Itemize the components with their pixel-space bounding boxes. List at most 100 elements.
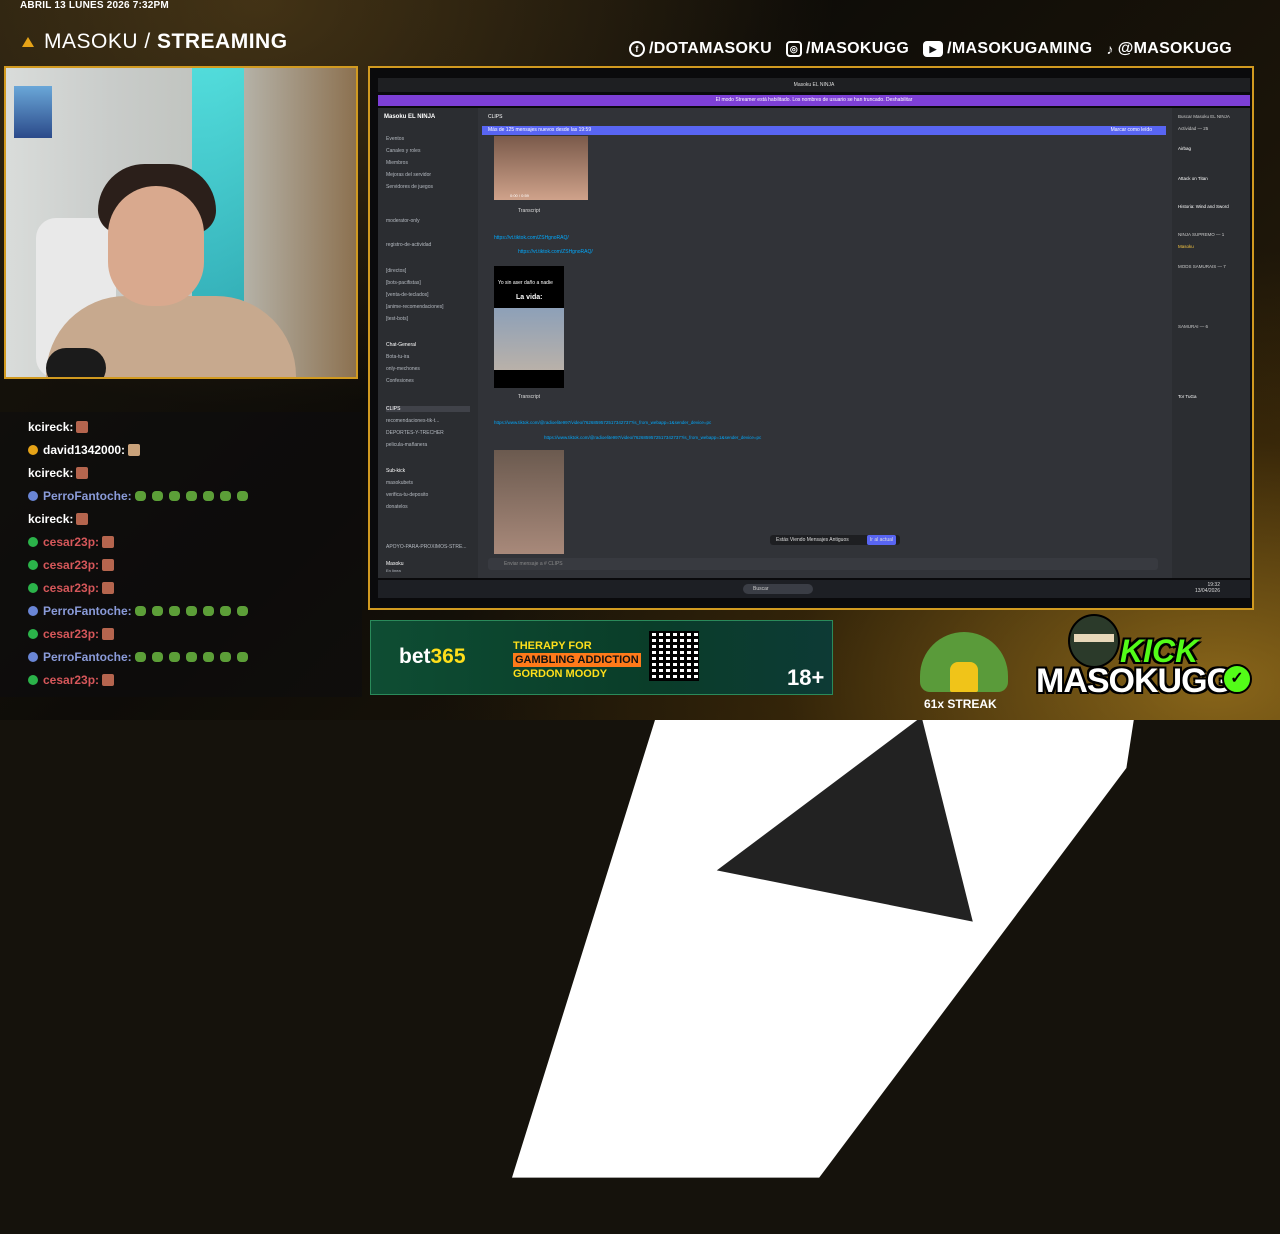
member-list: Buscar Masoku EL NINJA Actividad — 25 Ai… <box>1172 108 1250 578</box>
channel-item[interactable]: Bota-tu-ira <box>386 354 409 360</box>
microphone <box>46 348 106 377</box>
channel-item[interactable]: [directos] <box>386 268 406 274</box>
emote-icon <box>102 559 115 571</box>
social-youtube: ▶/MASOKUGAMING <box>923 40 1092 58</box>
chat-message: kcireck: <box>28 420 89 434</box>
user-badge-icon <box>28 606 38 616</box>
member-search[interactable]: Buscar Masoku EL NINJA <box>1178 114 1230 119</box>
message-input[interactable]: Enviar mensaje a # CLIPS <box>488 558 1158 570</box>
channel-item[interactable]: Eventos <box>386 136 404 142</box>
user-badge-icon <box>28 491 38 501</box>
user-badge-icon <box>28 445 38 455</box>
member-item[interactable]: Masoku <box>1178 244 1194 249</box>
social-links: f/DOTAMASOKU ◎/MASOKUGG ▶/MASOKUGAMING ♪… <box>628 40 1232 58</box>
facebook-icon: f <box>628 41 645 57</box>
channel-item[interactable]: donatelos <box>386 504 408 510</box>
frog-emote-icon <box>168 491 180 501</box>
screen-share: Masoku EL NINJA El modo Streamer está ha… <box>368 66 1254 610</box>
user-badge-icon <box>28 583 38 593</box>
therapy-text: THERAPY FOR GAMBLING ADDICTION GORDON MO… <box>513 640 641 680</box>
channel-item[interactable]: registro-de-actividad <box>386 242 431 248</box>
taskbar-search[interactable]: Buscar <box>743 584 813 594</box>
channel-item[interactable]: Confesiones <box>386 378 414 384</box>
server-name[interactable]: Masoku EL NINJA <box>384 114 435 120</box>
frog-emote-icon <box>219 652 231 662</box>
verified-check-icon: ✓ <box>1222 664 1252 694</box>
channel-item[interactable]: masokubets <box>386 480 413 486</box>
channel-item[interactable]: [anime-recomendaciones] <box>386 304 444 310</box>
channel-item[interactable]: Servidores de juegos <box>386 184 433 190</box>
channel-item-active[interactable]: CLIPS <box>386 406 470 412</box>
frog-emote-icon <box>151 491 163 501</box>
user-badge-icon <box>28 560 38 570</box>
frog-emote-icon <box>185 652 197 662</box>
frog-emote-icon <box>151 606 163 616</box>
channel-item[interactable]: [venta-de-teclados] <box>386 292 429 298</box>
frog-emote-icon <box>151 652 163 662</box>
social-facebook: f/DOTAMASOKU <box>628 40 772 58</box>
tiktok-icon: ♪ <box>1106 41 1114 57</box>
emote-icon <box>76 513 89 525</box>
channel-item[interactable]: Miembros <box>386 160 408 166</box>
chat-message: cesar23p: <box>28 581 115 595</box>
member-item[interactable]: Airbag <box>1178 146 1191 151</box>
frog-emote-icon <box>168 606 180 616</box>
channel-item[interactable]: DEPORTES-Y-TRECHER <box>386 430 444 436</box>
channel-item[interactable]: Mejoras del servidor <box>386 172 431 178</box>
activity-header: Actividad — 25 <box>1178 126 1209 131</box>
datetime-readout: ABRIL 13 LUNES 2026 7:32PM <box>20 0 169 11</box>
member-item[interactable]: Tor TuGa <box>1178 394 1197 399</box>
video-embed[interactable]: 0:00 / 0:59 <box>494 136 588 200</box>
channel-item[interactable]: Canales y roles <box>386 148 420 154</box>
channel-item[interactable]: only-mechones <box>386 366 420 372</box>
wall-poster <box>14 86 52 138</box>
channel-item[interactable]: [test-bots] <box>386 316 408 322</box>
channel-item[interactable]: verifica-tu-deposito <box>386 492 428 498</box>
channel-item[interactable]: moderator-only <box>386 218 420 224</box>
channel-sidebar: Masoku EL NINJA Eventos Canales y roles … <box>378 108 478 578</box>
frog-emote-icon <box>219 606 231 616</box>
chat-message: cesar23p: <box>28 627 115 641</box>
emote-icon <box>102 674 115 686</box>
webcam-feed <box>4 66 358 379</box>
instagram-icon: ◎ <box>785 41 802 57</box>
frog-emote-icon <box>185 606 197 616</box>
message-link[interactable]: https://www.tiktok.com/@radioelite997/vi… <box>544 435 761 440</box>
video-embed[interactable] <box>494 450 564 554</box>
user-panel-name: Masoku <box>386 561 404 567</box>
message-link[interactable]: https://vt.tiktok.com/ZSHgnoRAQ/ <box>494 235 569 241</box>
member-item[interactable]: Historia: Wind and Sword <box>1178 204 1229 209</box>
chat-message: PerroFantoche: <box>28 604 251 618</box>
video-embed[interactable]: Yo sin aser daño a nadie La vida: <box>494 266 564 388</box>
bet365-logo: bet365 <box>399 645 466 668</box>
discord-titlebar: Masoku EL NINJA <box>378 78 1250 92</box>
member-item[interactable]: Attack on Titan <box>1178 176 1208 181</box>
stream-brand: MASOKU / STREAMING <box>22 30 288 54</box>
emote-icon <box>102 582 115 594</box>
transcript-button[interactable]: Transcript <box>518 394 540 400</box>
jump-present-button[interactable]: Ir al actual <box>866 535 896 545</box>
channel-item[interactable]: pelicula-mañanera <box>386 442 427 448</box>
emote-icon <box>102 628 115 640</box>
channel-item[interactable]: APOYO-PARA-PROXIMOS-STRE... <box>386 544 466 550</box>
chat-message: cesar23p: <box>28 535 115 549</box>
chat-message: kcireck: <box>28 512 89 526</box>
chat-message: kcireck: <box>28 466 89 480</box>
message-link[interactable]: https://www.tiktok.com/@radioelite997/vi… <box>494 420 711 425</box>
emote-icon <box>76 421 89 433</box>
chat-message: PerroFantoche: <box>28 489 251 503</box>
mark-read-button[interactable]: Marcar como leído <box>1111 126 1152 135</box>
channel-item[interactable]: [bots-pacifistas] <box>386 280 421 286</box>
stream-chat: kcireck: david1342000: kcireck: PerroFan… <box>0 412 362 697</box>
channel-item[interactable]: recomendaciones-tik-t... <box>386 418 439 424</box>
streamer-mode-banner[interactable]: El modo Streamer está habilitado. Los no… <box>378 95 1250 106</box>
message-link[interactable]: https://vt.tiktok.com/ZSHgnoRAQ/ <box>518 249 593 255</box>
age-restriction: 18+ <box>787 665 825 690</box>
member-role-header: NINJA SUPREMO — 1 <box>1178 232 1225 237</box>
message-area: CLIPS Más de 125 mensajes nuevos desde l… <box>478 108 1172 578</box>
taskbar-clock: 19:32 13/04/2026 <box>1194 582 1220 594</box>
channel-item[interactable]: Chat-General <box>386 342 416 348</box>
transcript-button[interactable]: Transcript <box>518 208 540 214</box>
channel-item[interactable]: Sub-kick <box>386 468 405 474</box>
new-messages-bar[interactable]: Más de 125 mensajes nuevos desde las 19:… <box>482 126 1166 135</box>
